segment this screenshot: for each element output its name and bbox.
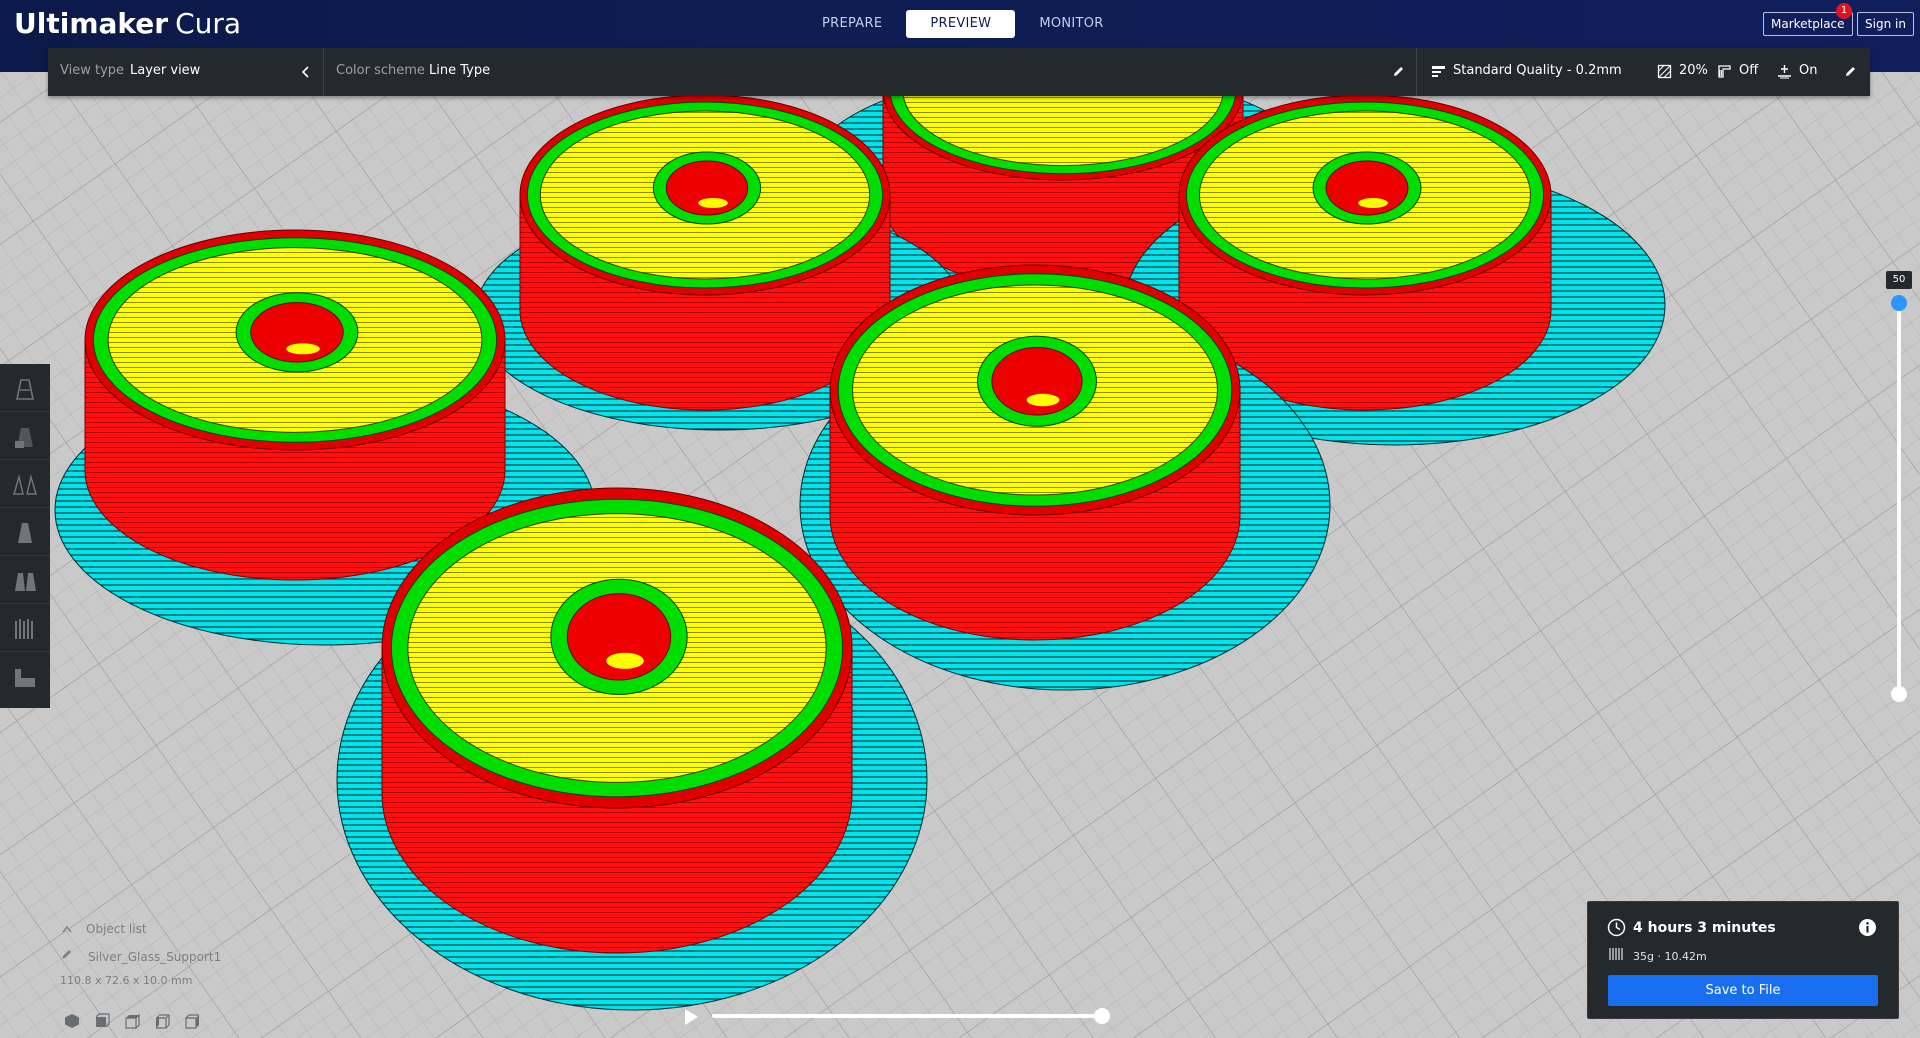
top-view-icon[interactable] [124, 1013, 140, 1029]
front-view-icon[interactable] [94, 1013, 110, 1029]
color-scheme-selector[interactable]: Color scheme Line Type [324, 48, 1417, 96]
infill-icon [1657, 64, 1672, 79]
clock-icon [1607, 918, 1626, 937]
print-setup-selector[interactable]: Standard Quality - 0.2mm 20% Off On [1417, 48, 1870, 96]
lay-flat-icon [15, 669, 35, 687]
view-type-label: View type [60, 63, 125, 78]
path-slider-handle[interactable] [1094, 1008, 1110, 1024]
path-slider-track[interactable] [712, 1014, 1104, 1018]
notification-badge: 1 [1836, 3, 1852, 19]
tab-prepare[interactable]: PREPARE [798, 10, 906, 38]
support-icon [1718, 65, 1731, 78]
pencil-icon[interactable] [1392, 65, 1405, 78]
adhesion-icon [1778, 65, 1791, 79]
object-name[interactable]: Silver_Glass_Support1 [88, 950, 221, 964]
hole-skin[interactable] [606, 652, 644, 669]
view-settings-bar: View type Layer view Color scheme Line T… [48, 48, 1870, 96]
object-list-toggle[interactable]: Object list [86, 922, 147, 936]
support-blocker-icon [15, 428, 33, 448]
tab-preview[interactable]: PREVIEW [906, 10, 1016, 38]
mirror-button[interactable] [0, 460, 50, 508]
lay-flat-button[interactable] [0, 652, 50, 700]
info-icon[interactable] [1858, 918, 1877, 937]
scale-icon [18, 523, 32, 543]
chevron-up-icon[interactable] [62, 925, 72, 933]
layer-slider-bottom-handle[interactable] [1891, 686, 1907, 702]
profile-icon [1432, 66, 1445, 77]
translate-button[interactable] [0, 604, 50, 652]
hole-skin[interactable] [1358, 198, 1388, 208]
infill-value: 20% [1679, 63, 1708, 78]
tab-monitor[interactable]: MONITOR [1015, 10, 1127, 38]
mirror-icon [12, 474, 38, 495]
hole-skin[interactable] [286, 343, 320, 355]
sign-in-button[interactable]: Sign in [1857, 12, 1914, 36]
support-value: Off [1739, 63, 1759, 78]
print-information-panel: 4 hours 3 minutes 35g · 10.42m Save to F… [1587, 901, 1899, 1019]
layer-slider-top-handle[interactable] [1891, 295, 1907, 311]
app-logo: Ultimaker Cura [14, 7, 242, 40]
profile-name: Standard Quality - 0.2mm [1453, 63, 1622, 78]
color-scheme-label: Color scheme [336, 63, 425, 78]
per-model-settings-icon [16, 379, 34, 400]
object-list-panel: Object list Silver_Glass_Support1 110.8 … [58, 918, 298, 1029]
translate-icon [15, 619, 33, 639]
stage-tabs: PREPARE PREVIEW MONITOR [798, 10, 1128, 38]
material-estimate: 35g · 10.42m [1633, 950, 1707, 963]
layer-slider-range [1897, 300, 1901, 694]
3d-viewport[interactable] [0, 0, 1920, 1038]
left-view-icon[interactable] [154, 1013, 170, 1029]
rotate-button[interactable] [0, 556, 50, 604]
layer-number-display[interactable]: 50 [1886, 271, 1912, 289]
chevron-left-icon[interactable] [300, 66, 312, 78]
support-blocker-button[interactable] [0, 412, 50, 460]
rotate-icon [15, 573, 36, 591]
view-type-value: Layer view [130, 63, 201, 78]
right-view-icon[interactable] [184, 1013, 200, 1029]
tool-bar [0, 364, 50, 708]
object-dimensions: 110.8 x 72.6 x 10.0 mm [60, 974, 193, 987]
play-icon[interactable] [680, 1006, 702, 1028]
per-model-settings-button[interactable] [0, 364, 50, 412]
print-time: 4 hours 3 minutes [1633, 920, 1776, 936]
save-to-file-button[interactable]: Save to File [1608, 975, 1878, 1006]
pencil-icon[interactable] [1844, 65, 1857, 78]
filament-icon [1609, 948, 1623, 960]
hole-skin[interactable] [698, 198, 728, 208]
3d-view-icon[interactable] [64, 1013, 80, 1029]
color-scheme-value: Line Type [429, 63, 491, 78]
pencil-icon[interactable] [61, 948, 73, 960]
hole-skin[interactable] [1026, 393, 1060, 407]
adhesion-value: On [1799, 63, 1818, 78]
scale-button[interactable] [0, 508, 50, 556]
view-type-selector[interactable]: View type Layer view [48, 48, 324, 96]
